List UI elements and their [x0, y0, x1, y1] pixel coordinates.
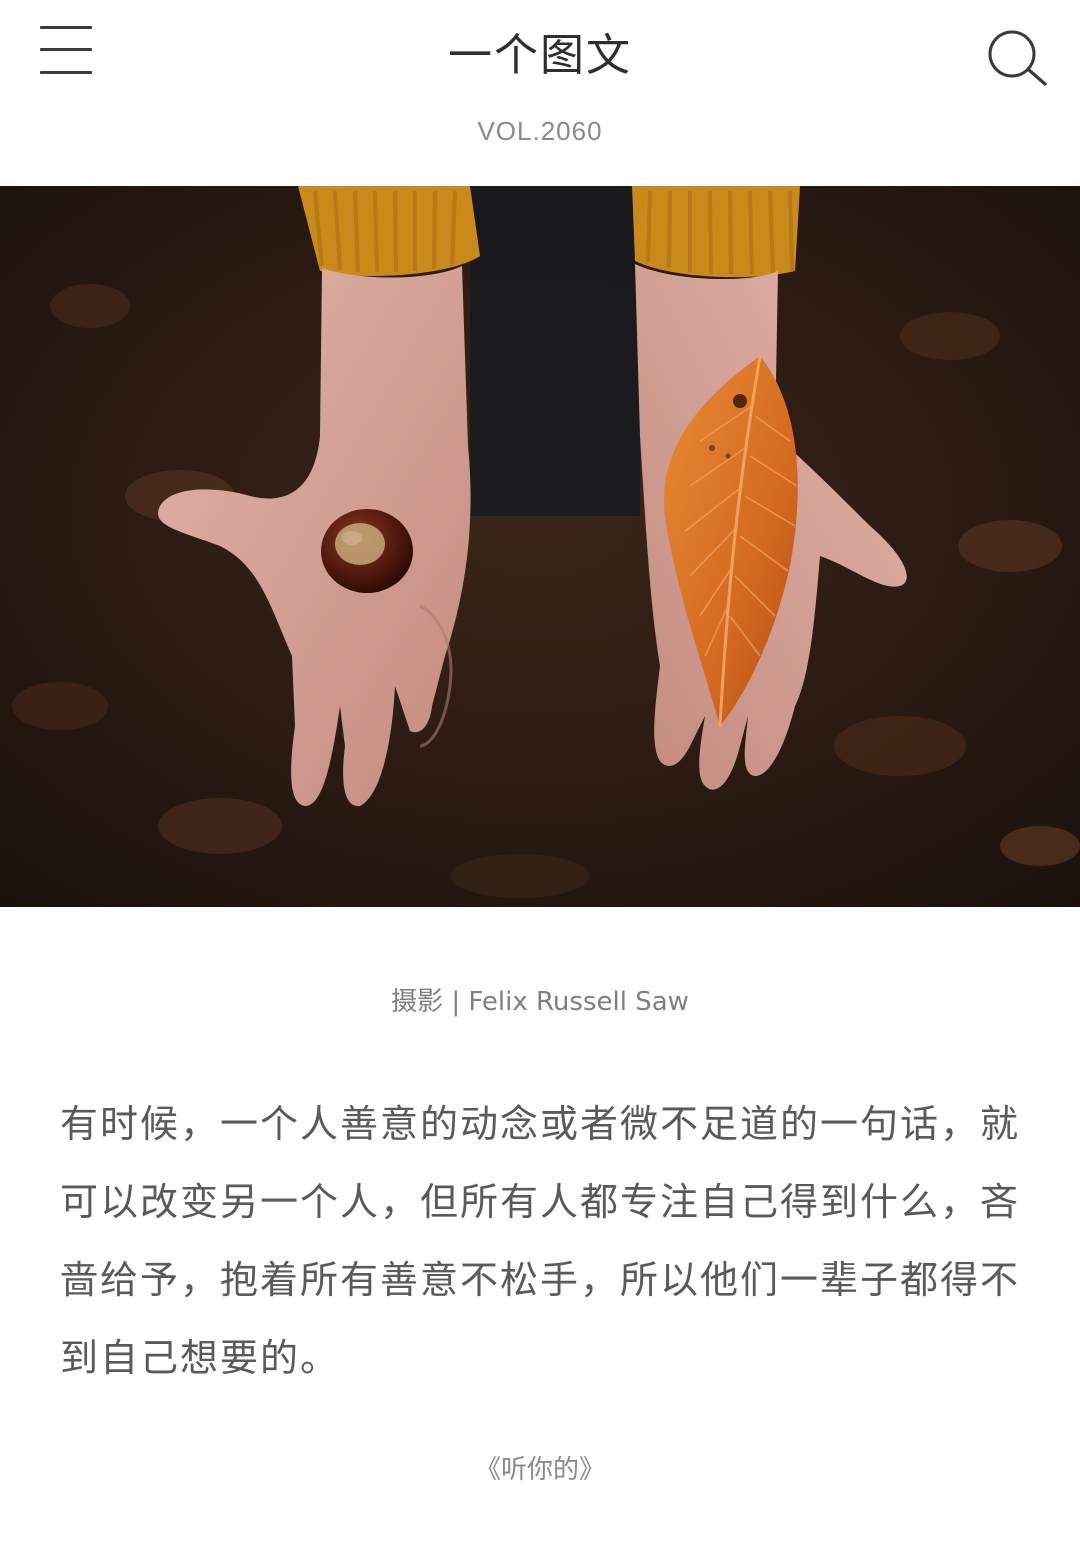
page-title: 一个图文	[448, 30, 632, 81]
photo-credit: 摄影 | Felix Russell Saw	[391, 987, 689, 1017]
top-bar: 一个图文 VOL.2060	[0, 0, 1080, 186]
search-button[interactable]	[984, 28, 1048, 88]
article-text: 有时候，一个人善意的动念或者微不足道的一句话，就可以改变另一个人，但所有人都专注…	[60, 1102, 1021, 1380]
hands-holding-chestnut-and-leaf-image	[0, 186, 1080, 907]
volume-label: VOL.2060	[477, 116, 603, 146]
source-title: 《听你的》	[474, 1455, 605, 1485]
search-icon	[988, 30, 1047, 86]
featured-photo[interactable]	[0, 186, 1080, 907]
